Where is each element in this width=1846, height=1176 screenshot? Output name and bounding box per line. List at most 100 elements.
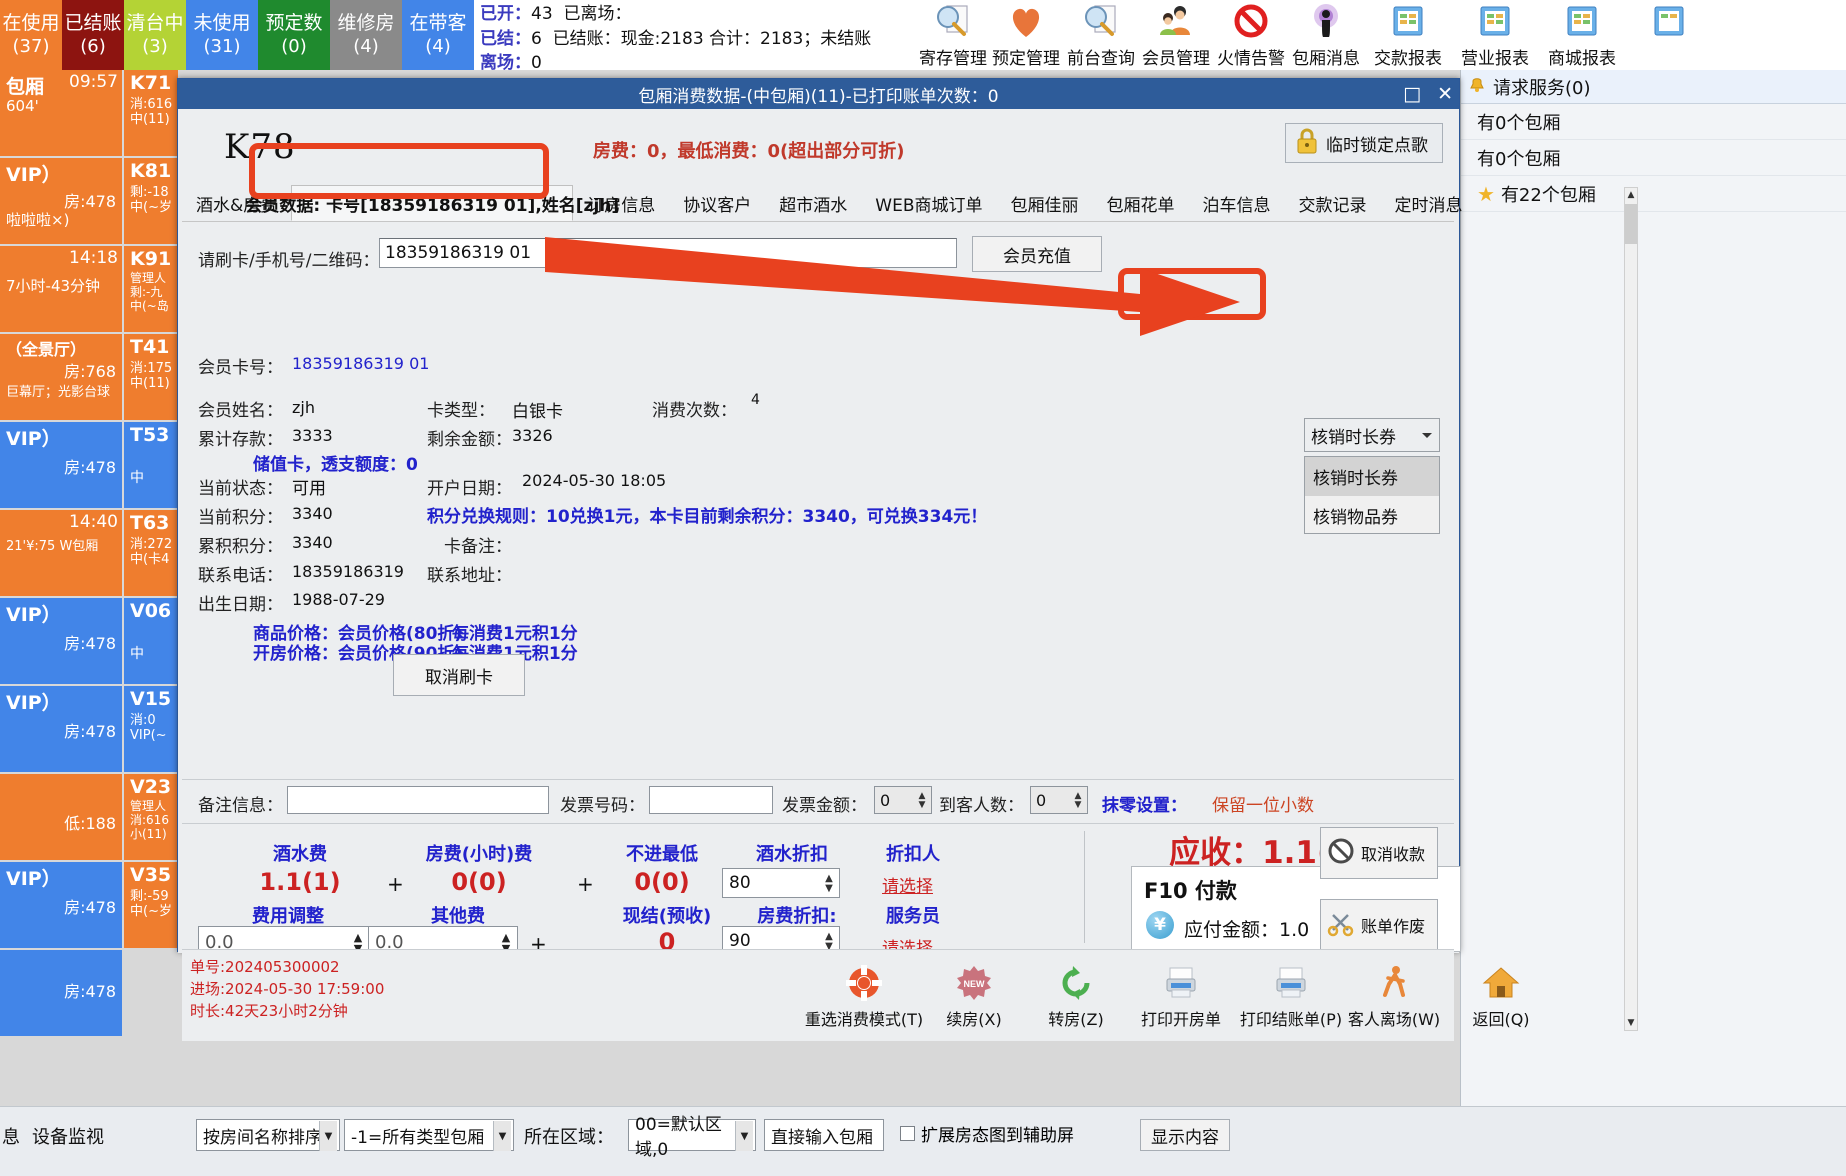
- tab-room-flower-order[interactable]: 包厢花单: [1092, 185, 1188, 221]
- extend-to-aux-screen-checkbox[interactable]: 扩展房态图到辅助屏: [900, 1121, 1074, 1146]
- toolbar-button-fire-alarm[interactable]: 火情告警: [1208, 2, 1294, 70]
- status-chip-reserved[interactable]: 预定数 (0): [258, 0, 330, 70]
- show-content-button[interactable]: 显示内容: [1140, 1119, 1230, 1151]
- stepper-arrows-icon[interactable]: ▲▼: [916, 788, 928, 814]
- room-time: 14:40: [69, 512, 118, 532]
- status-chip-maintenance[interactable]: 维修房 (4): [330, 0, 402, 70]
- room-cell[interactable]: K71 消:616 中(11): [124, 70, 178, 156]
- tab-room-hostess[interactable]: 包厢佳丽: [996, 185, 1092, 221]
- return-button[interactable]: 返回(Q): [1447, 960, 1555, 1034]
- toolbar-button-extra[interactable]: [1626, 2, 1712, 70]
- scrollbar-thumb[interactable]: [1625, 204, 1637, 244]
- toolbar-button-members[interactable]: 会员管理: [1133, 2, 1219, 70]
- room-cell[interactable]: （全景厅） 房:768 巨幕厅；光影台球: [0, 334, 122, 420]
- room-cell[interactable]: 房:478: [0, 950, 122, 1036]
- extend-room-button[interactable]: NEW 续房(X): [920, 960, 1028, 1034]
- room-cell[interactable]: VIP） 房:478 啦啦啦×): [0, 158, 122, 244]
- room-cell[interactable]: K91 管理人 剩:-九 中(~岛: [124, 246, 178, 332]
- print-bill-button[interactable]: 打印结账单(P): [1237, 960, 1345, 1034]
- room-cell[interactable]: V15 消:0 VIP(~: [124, 686, 178, 772]
- stepper-arrows-icon[interactable]: ▲▼: [1072, 788, 1084, 814]
- list-item[interactable]: 有0个包厢: [1461, 140, 1846, 176]
- tab-member-data[interactable]: 会员数据: 卡号[18359186319 01],姓名[zjh]: [245, 185, 619, 221]
- tab-payment-records[interactable]: 交款记录: [1284, 185, 1380, 221]
- tab-parking-info[interactable]: 泊车信息: [1188, 185, 1284, 221]
- room-cell[interactable]: VIP） 房:478: [0, 422, 122, 508]
- guest-leave-button[interactable]: 客人离场(W): [1340, 960, 1448, 1034]
- discounter-select-link[interactable]: 请选择: [882, 872, 933, 897]
- chevron-down-icon[interactable]: ▼: [735, 1121, 753, 1151]
- room-cell[interactable]: VIP） 房:478: [0, 598, 122, 684]
- dropdown-option-item-coupon[interactable]: 核销物品券: [1305, 496, 1439, 535]
- print-open-room-button[interactable]: 打印开房单: [1127, 960, 1235, 1034]
- room-cell[interactable]: V35 剩:-59 中(~岁: [124, 862, 178, 948]
- member-recharge-button[interactable]: 会员充值: [972, 236, 1102, 272]
- chevron-down-icon[interactable]: [1414, 418, 1440, 452]
- cancel-payment-button[interactable]: 取消收款: [1320, 827, 1438, 879]
- room-cell[interactable]: VIP） 房:478: [0, 686, 122, 772]
- room-cell[interactable]: 包厢 09:57 604': [0, 70, 122, 156]
- open-date-label: 开户日期：: [427, 479, 512, 499]
- direct-input-room[interactable]: 直接输入包厢: [764, 1119, 884, 1151]
- tab-label: 订房信息: [587, 195, 656, 216]
- scroll-up-arrow-icon[interactable]: ▲: [1625, 188, 1637, 202]
- room-type-select[interactable]: -1=所有类型包厢 ▼: [344, 1119, 514, 1151]
- reselect-mode-button[interactable]: 重选消费模式(T): [805, 960, 923, 1034]
- status-chip-in-use[interactable]: 在使用 (37): [0, 0, 62, 70]
- status-chip-unused[interactable]: 未使用 (31): [186, 0, 258, 70]
- room-sub: 剩:-18 中(~岁: [130, 185, 172, 215]
- list-item[interactable]: 有0个包厢: [1461, 104, 1846, 140]
- dropdown-option-duration-coupon[interactable]: 核销时长券: [1305, 457, 1439, 496]
- invoice-amount-stepper[interactable]: 0 ▲ ▼: [874, 786, 932, 814]
- room-cell[interactable]: V06 中: [124, 598, 178, 684]
- tab-supermarket-drinks[interactable]: 超市酒水: [765, 185, 861, 221]
- status-chip-hosting[interactable]: 在带客 (4): [402, 0, 474, 70]
- status-chip-cleaning[interactable]: 清台中 (3): [124, 0, 186, 70]
- room-cell[interactable]: T53 中: [124, 422, 178, 508]
- chip-label: 已结账: [64, 11, 122, 34]
- cancel-swipe-button[interactable]: 取消刷卡: [393, 654, 525, 696]
- tab-web-mall-order[interactable]: WEB商城订单: [861, 185, 996, 221]
- temporary-lock-button[interactable]: 临时锁定点歌: [1285, 123, 1443, 163]
- room-cell[interactable]: T63 消:272 中(卡4: [124, 510, 178, 596]
- toolbar-button-reservation[interactable]: 预定管理: [983, 2, 1069, 70]
- guest-count-stepper[interactable]: 0 ▲ ▼: [1030, 786, 1088, 814]
- vertical-scrollbar[interactable]: ▲ ▼: [1624, 187, 1638, 1031]
- swipe-card-input[interactable]: 18359186319 01: [379, 238, 957, 268]
- chevron-down-icon[interactable]: ▼: [493, 1121, 511, 1151]
- room-cell[interactable]: K81 剩:-18 中(~岁: [124, 158, 178, 244]
- close-icon[interactable]: ✕: [1437, 83, 1453, 105]
- chevron-down-icon[interactable]: ▼: [319, 1121, 337, 1151]
- room-cell[interactable]: 14:18 7小时-43分钟: [0, 246, 122, 332]
- room-cell[interactable]: T41 消:175 中(11): [124, 334, 178, 420]
- toolbar-button-room-message[interactable]: 包厢消息: [1283, 2, 1369, 70]
- void-bill-button[interactable]: 账单作废: [1320, 899, 1438, 951]
- room-cell[interactable]: VIP） 房:478: [0, 862, 122, 948]
- scroll-down-arrow-icon[interactable]: ▼: [1625, 1016, 1637, 1030]
- room-cell[interactable]: V23 管理人 消:616 小(11): [124, 774, 178, 860]
- toolbar-button-front-desk[interactable]: 前台查询: [1058, 2, 1144, 70]
- transfer-room-button[interactable]: 转房(Z): [1022, 960, 1130, 1034]
- list-item[interactable]: ★ 有22个包厢: [1461, 176, 1846, 212]
- room-cell[interactable]: 14:40 21'¥:75 W包厢: [0, 510, 122, 596]
- toolbar-button-business-report[interactable]: 营业报表: [1452, 2, 1538, 70]
- minimize-icon[interactable]: □: [1403, 83, 1421, 105]
- tab-booking-info[interactable]: 订房信息: [573, 185, 669, 221]
- checkbox-box[interactable]: [900, 1126, 915, 1141]
- tab-scheduled-message[interactable]: 定时消息: [1380, 185, 1476, 221]
- device-monitor-label[interactable]: 设备监视: [32, 1123, 104, 1149]
- drink-discount-select[interactable]: 80 ▲ ▼: [722, 868, 840, 898]
- toolbar-button-mall-report[interactable]: 商城报表: [1539, 2, 1625, 70]
- remark-input[interactable]: [287, 786, 549, 814]
- card-no-value: 18359186319 01: [292, 354, 430, 373]
- status-chip-settled[interactable]: 已结账 (6): [62, 0, 124, 70]
- coupon-type-select[interactable]: 核销时长券: [1304, 418, 1429, 452]
- sort-select[interactable]: 按房间名称排序 ▼: [196, 1119, 340, 1151]
- room-cell[interactable]: 低:188: [0, 774, 122, 860]
- invoice-no-input[interactable]: [649, 786, 773, 814]
- stepper-arrows-icon[interactable]: ▲▼: [822, 870, 836, 898]
- toolbar-button-payment-report[interactable]: 交款报表: [1365, 2, 1451, 70]
- dialog-titlebar: 包厢消费数据-(中包厢)(11)-已打印账单次数：0 □ ✕: [178, 79, 1459, 109]
- area-select[interactable]: 00=默认区域,0 ▼: [628, 1115, 756, 1160]
- tab-contract-customer[interactable]: 协议客户: [669, 185, 765, 221]
